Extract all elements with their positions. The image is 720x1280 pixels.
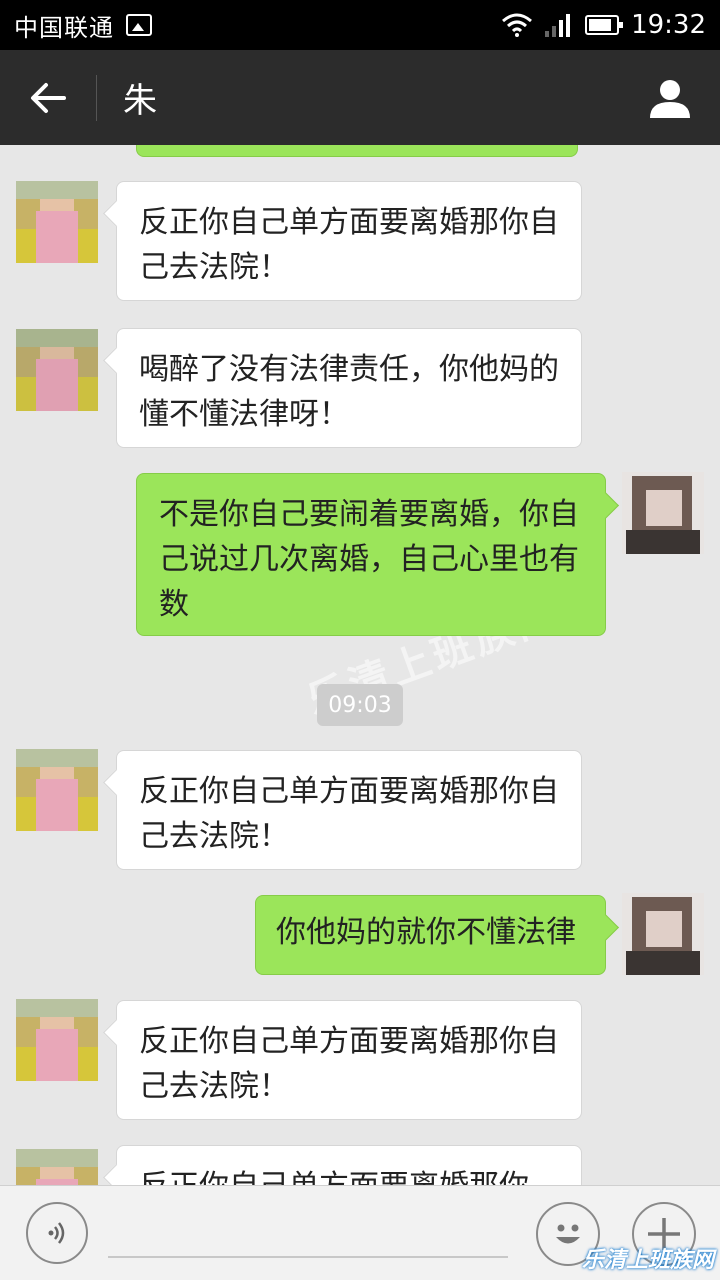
back-button[interactable] (0, 50, 96, 145)
chat-title: 朱 (123, 81, 157, 121)
chat-screen: 中国联通 19:32 朱 乐清上班族网 反正你自己单方面要离婚那你自己去法院！ … (0, 0, 720, 1280)
signal-icon (545, 14, 571, 37)
voice-input-button[interactable] (26, 1202, 88, 1264)
contact-avatar[interactable] (16, 749, 98, 831)
gallery-notification-icon (126, 14, 152, 36)
incoming-message[interactable]: 喝醉了没有法律责任，你他妈的懂不懂法律呀！ (116, 328, 582, 448)
status-bar: 中国联通 19:32 (0, 0, 720, 50)
contact-info-button[interactable] (620, 50, 720, 145)
message-timestamp: 09:03 (317, 684, 403, 726)
incoming-message[interactable]: 反正你自己单方面要离婚那你自己去法院！ (116, 1000, 582, 1120)
message-input[interactable] (108, 1256, 508, 1258)
my-avatar[interactable] (622, 893, 704, 975)
incoming-message[interactable]: 反正你自己单方面要离婚那你 (116, 1145, 582, 1185)
battery-icon (585, 15, 624, 35)
corner-watermark: 乐清上班族网 (581, 1248, 714, 1273)
contact-avatar[interactable] (16, 999, 98, 1081)
clock: 19:32 (631, 10, 706, 40)
contact-avatar[interactable] (16, 181, 98, 263)
person-icon (650, 79, 690, 118)
title-divider (96, 74, 97, 121)
wifi-icon (502, 13, 533, 37)
contact-avatar[interactable] (16, 1149, 98, 1185)
title-bar: 朱 (0, 50, 720, 145)
outgoing-message[interactable]: 你他妈的就你不懂法律 (255, 895, 606, 975)
message-list[interactable]: 乐清上班族网 反正你自己单方面要离婚那你自己去法院！ 喝醉了没有法律责任，你他妈… (0, 145, 720, 1185)
incoming-message[interactable]: 反正你自己单方面要离婚那你自己去法院！ (116, 750, 582, 870)
my-avatar[interactable] (622, 472, 704, 554)
incoming-message[interactable]: 反正你自己单方面要离婚那你自己去法院！ (116, 181, 582, 301)
previous-outgoing-bubble (136, 145, 578, 157)
carrier-name: 中国联通 (14, 13, 114, 42)
contact-avatar[interactable] (16, 329, 98, 411)
status-indicators: 19:32 (501, 10, 706, 40)
voice-icon (48, 1222, 65, 1244)
outgoing-message[interactable]: 不是你自己要闹着要离婚，你自己说过几次离婚，自己心里也有数 (136, 473, 606, 636)
back-arrow-icon (31, 82, 66, 113)
